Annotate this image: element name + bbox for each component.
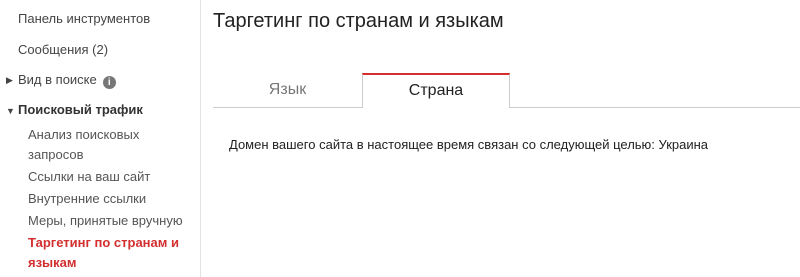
- main-content: Таргетинг по странам и языкам Язык Стран…: [213, 0, 800, 277]
- country-targeting-status: Домен вашего сайта в настоящее время свя…: [229, 137, 709, 152]
- sidebar-item-search-appearance[interactable]: ▶ Вид в поиске i: [6, 72, 116, 89]
- tab-bar: Язык Страна: [213, 73, 800, 108]
- tab-country[interactable]: Страна: [362, 73, 510, 108]
- sidebar-item-messages[interactable]: Сообщения (2): [18, 42, 108, 57]
- sidebar-item-search-traffic[interactable]: ▼ Поисковый трафик: [6, 102, 143, 117]
- chevron-down-icon: ▼: [6, 105, 15, 116]
- sidebar-item-dashboard[interactable]: Панель инструментов: [18, 11, 150, 26]
- sidebar-item-label: Вид в поиске: [18, 72, 97, 87]
- chevron-right-icon: ▶: [6, 75, 13, 86]
- page-title: Таргетинг по странам и языкам: [213, 10, 504, 32]
- sidebar: Панель инструментов Сообщения (2) ▶ Вид в…: [0, 0, 201, 277]
- sidebar-subitem-links-to-site[interactable]: Ссылки на ваш сайт: [28, 167, 196, 187]
- sidebar-item-label: Поисковый трафик: [18, 102, 143, 117]
- sidebar-subitem-manual-actions[interactable]: Меры, принятые вручную: [28, 211, 196, 231]
- info-icon[interactable]: i: [102, 76, 116, 89]
- sidebar-subitem-internal-links[interactable]: Внутренние ссылки: [28, 189, 196, 209]
- search-traffic-subnav: Анализ поисковых запросов Ссылки на ваш …: [28, 125, 196, 275]
- tab-language[interactable]: Язык: [213, 73, 362, 107]
- sidebar-subitem-search-analytics[interactable]: Анализ поисковых запросов: [28, 125, 196, 165]
- sidebar-subitem-international-targeting[interactable]: Таргетинг по странам и языкам: [28, 233, 196, 273]
